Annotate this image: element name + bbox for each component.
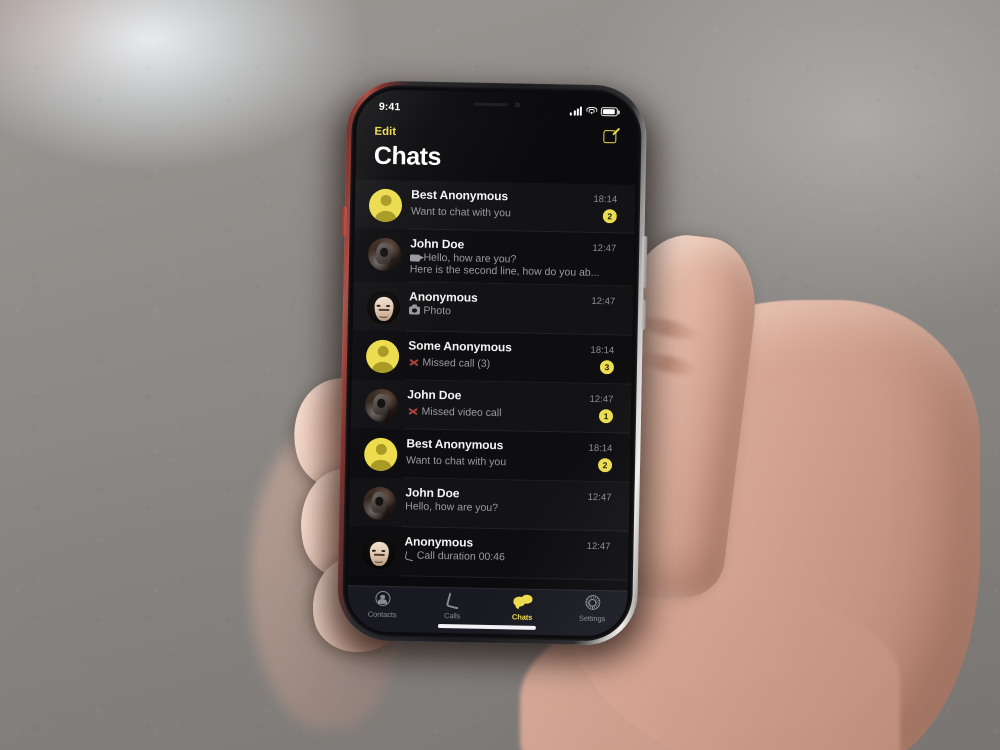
chat-row[interactable]: Some Anonymous 18:14 Missed call (3) 3 [351,330,633,385]
chat-row-content: John Doe 12:47 Missed video call 1 [407,387,618,424]
chat-row[interactable]: John Doe 12:47 Hello, how are you? [348,477,630,532]
chat-preview: Want to chat with you [410,204,512,219]
missed-call-icon [407,406,418,415]
chat-row[interactable]: Anonymous 12:47 Photo [352,281,634,336]
contacts-icon [373,590,391,607]
gear-icon [583,595,601,611]
chat-time: 18:14 [593,193,618,206]
chat-row-content: Best Anonymous 18:14 Want to chat with y… [406,436,617,473]
chat-row-content: Anonymous 12:47 Photo [408,289,619,320]
chat-name: Some Anonymous [408,338,512,355]
chat-name: Best Anonymous [406,436,504,453]
avatar[interactable] [365,339,400,374]
tab-contacts[interactable]: Contacts [347,590,418,632]
chat-preview: Call duration 00:46 [416,549,506,564]
chat-time: 12:47 [592,242,617,255]
chat-time: 18:14 [590,344,615,357]
chat-name: Anonymous [404,534,474,550]
avatar[interactable] [366,290,401,325]
status-indicators [570,106,618,116]
avatar[interactable] [363,437,398,472]
chat-preview: Photo [423,304,452,318]
tab-label: Chats [511,611,533,622]
compose-icon[interactable] [603,127,621,143]
status-time: 9:41 [378,100,401,114]
tab-settings[interactable]: Settings [557,594,628,636]
chat-preview-line2: Here is the second line, how do you ab..… [409,263,600,280]
page-title: Chats [373,141,442,171]
chat-time: 12:47 [586,540,611,553]
chat-row[interactable]: John Doe 12:47 Missed video call 1 [350,379,632,434]
status-bar: 9:41 [357,89,638,124]
unread-badge: 3 [599,360,615,375]
chat-row-content: Anonymous 12:47 Call duration 00:46 [404,534,614,565]
smartphone: 9:41 Edit Chats Best Anonymous 18:14 Wan… [320,80,664,667]
tab-label: Calls [443,610,461,620]
volume-down-button[interactable] [640,299,647,330]
unread-badge: 1 [598,409,614,424]
avatar[interactable] [362,486,397,521]
chat-preview: Missed video call [421,405,502,419]
tab-bar: Contacts Calls Chats Settings [346,585,628,637]
phone-screen: 9:41 Edit Chats Best Anonymous 18:14 Wan… [346,89,638,637]
phone-icon [443,592,461,608]
chat-row[interactable]: Best Anonymous 18:14 Want to chat with y… [349,428,631,483]
chat-preview: Hello, how are you? [405,500,499,515]
chat-preview: Missed call (3) [422,356,491,370]
chat-time: 18:14 [588,442,613,455]
unread-badge: 2 [602,209,617,224]
chat-name: John Doe [405,485,460,501]
chat-time: 12:47 [587,491,612,504]
chat-name: John Doe [407,387,462,403]
avatar[interactable] [364,388,399,423]
signal-bars-icon [570,106,582,116]
chat-list[interactable]: Best Anonymous 18:14 Want to chat with y… [347,179,636,590]
chat-time: 12:47 [591,295,616,308]
chat-name: Best Anonymous [411,187,509,204]
chat-bubbles-icon [513,593,533,609]
chat-row-content: John Doe 12:47 Hello, how are you? [405,485,615,516]
mute-switch[interactable] [341,206,347,237]
battery-icon [600,106,618,116]
avatar[interactable] [368,188,403,223]
chat-row[interactable]: John Doe 12:47 Hello, how are you? Here … [353,228,635,287]
avatar[interactable] [362,535,396,570]
wifi-icon [585,106,597,115]
chat-name: John Doe [410,236,465,252]
phone-icon [404,551,413,560]
tab-label: Contacts [367,609,397,619]
chat-row[interactable]: Best Anonymous 18:14 Want to chat with y… [354,179,636,234]
chat-time: 12:47 [589,393,614,406]
chat-preview: Want to chat with you [406,453,507,468]
chat-row-content: Best Anonymous 18:14 Want to chat with y… [410,187,622,224]
tab-label: Settings [578,613,606,623]
chat-name: Anonymous [409,289,478,305]
unread-badge: 2 [597,458,613,473]
volume-up-button[interactable] [641,235,648,288]
chat-row-content: John Doe 12:47 Hello, how are you? Here … [410,236,621,279]
chat-row[interactable]: Anonymous 12:47 Call duration 00:46 [347,526,629,581]
camera-icon [408,306,421,315]
missed-call-icon [408,357,419,366]
video-icon [409,253,421,262]
avatar[interactable] [367,237,402,272]
scene: 9:41 Edit Chats Best Anonymous 18:14 Wan… [0,0,1000,750]
edit-button[interactable]: Edit [374,125,396,137]
chat-row-content: Some Anonymous 18:14 Missed call (3) 3 [408,338,619,375]
